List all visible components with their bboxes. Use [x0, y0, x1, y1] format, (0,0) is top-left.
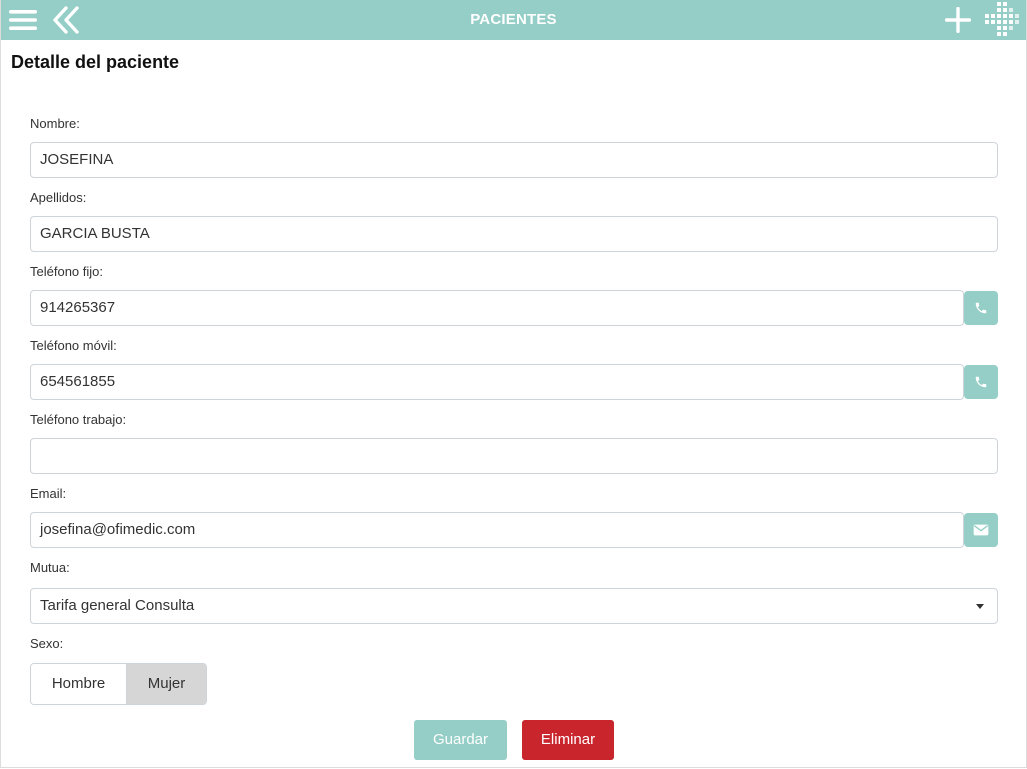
email-label: Email: — [30, 486, 67, 501]
page-header-title: PACIENTES — [470, 11, 557, 28]
telefono-fijo-label: Teléfono fijo: — [30, 264, 103, 279]
phone-icon — [975, 302, 987, 314]
sexo-option-hombre[interactable]: Hombre — [31, 664, 127, 704]
envelope-icon — [973, 524, 989, 536]
mutua-selected-value: Tarifa general Consulta — [40, 597, 195, 614]
apellidos-label: Apellidos: — [30, 190, 87, 205]
caret-down-icon — [976, 604, 984, 609]
phone-icon — [975, 376, 987, 388]
mutua-label: Mutua: — [30, 560, 70, 575]
telefono-movil-field[interactable]: 654561855 — [30, 364, 964, 400]
telefono-trabajo-field[interactable] — [30, 438, 998, 474]
sexo-option-mujer[interactable]: Mujer — [127, 664, 206, 704]
mutua-select[interactable]: Tarifa general Consulta — [30, 588, 998, 624]
app-window: PACIENTES Detalle del paciente Nombre: J… — [0, 0, 1027, 768]
nombre-label: Nombre: — [30, 116, 80, 131]
call-telefono-movil-button[interactable] — [964, 365, 998, 399]
send-email-button[interactable] — [964, 513, 998, 547]
sexo-label: Sexo: — [30, 636, 64, 651]
nombre-field[interactable]: JOSEFINA — [30, 142, 998, 178]
pixel-cross-logo-icon — [981, 0, 1025, 40]
apellidos-field[interactable]: GARCIA BUSTA — [30, 216, 998, 252]
sexo-toggle-group: Hombre Mujer — [30, 663, 207, 705]
telefono-trabajo-label: Teléfono trabajo: — [30, 412, 127, 427]
email-field[interactable]: josefina@ofimedic.com — [30, 512, 964, 548]
plus-icon[interactable] — [943, 0, 973, 40]
top-bar: PACIENTES — [1, 0, 1026, 40]
call-telefono-fijo-button[interactable] — [964, 291, 998, 325]
save-button[interactable]: Guardar — [414, 720, 507, 760]
delete-button[interactable]: Eliminar — [522, 720, 614, 760]
page-title: Detalle del paciente — [11, 52, 180, 72]
telefono-movil-label: Teléfono móvil: — [30, 338, 117, 353]
telefono-fijo-field[interactable]: 914265367 — [30, 290, 964, 326]
